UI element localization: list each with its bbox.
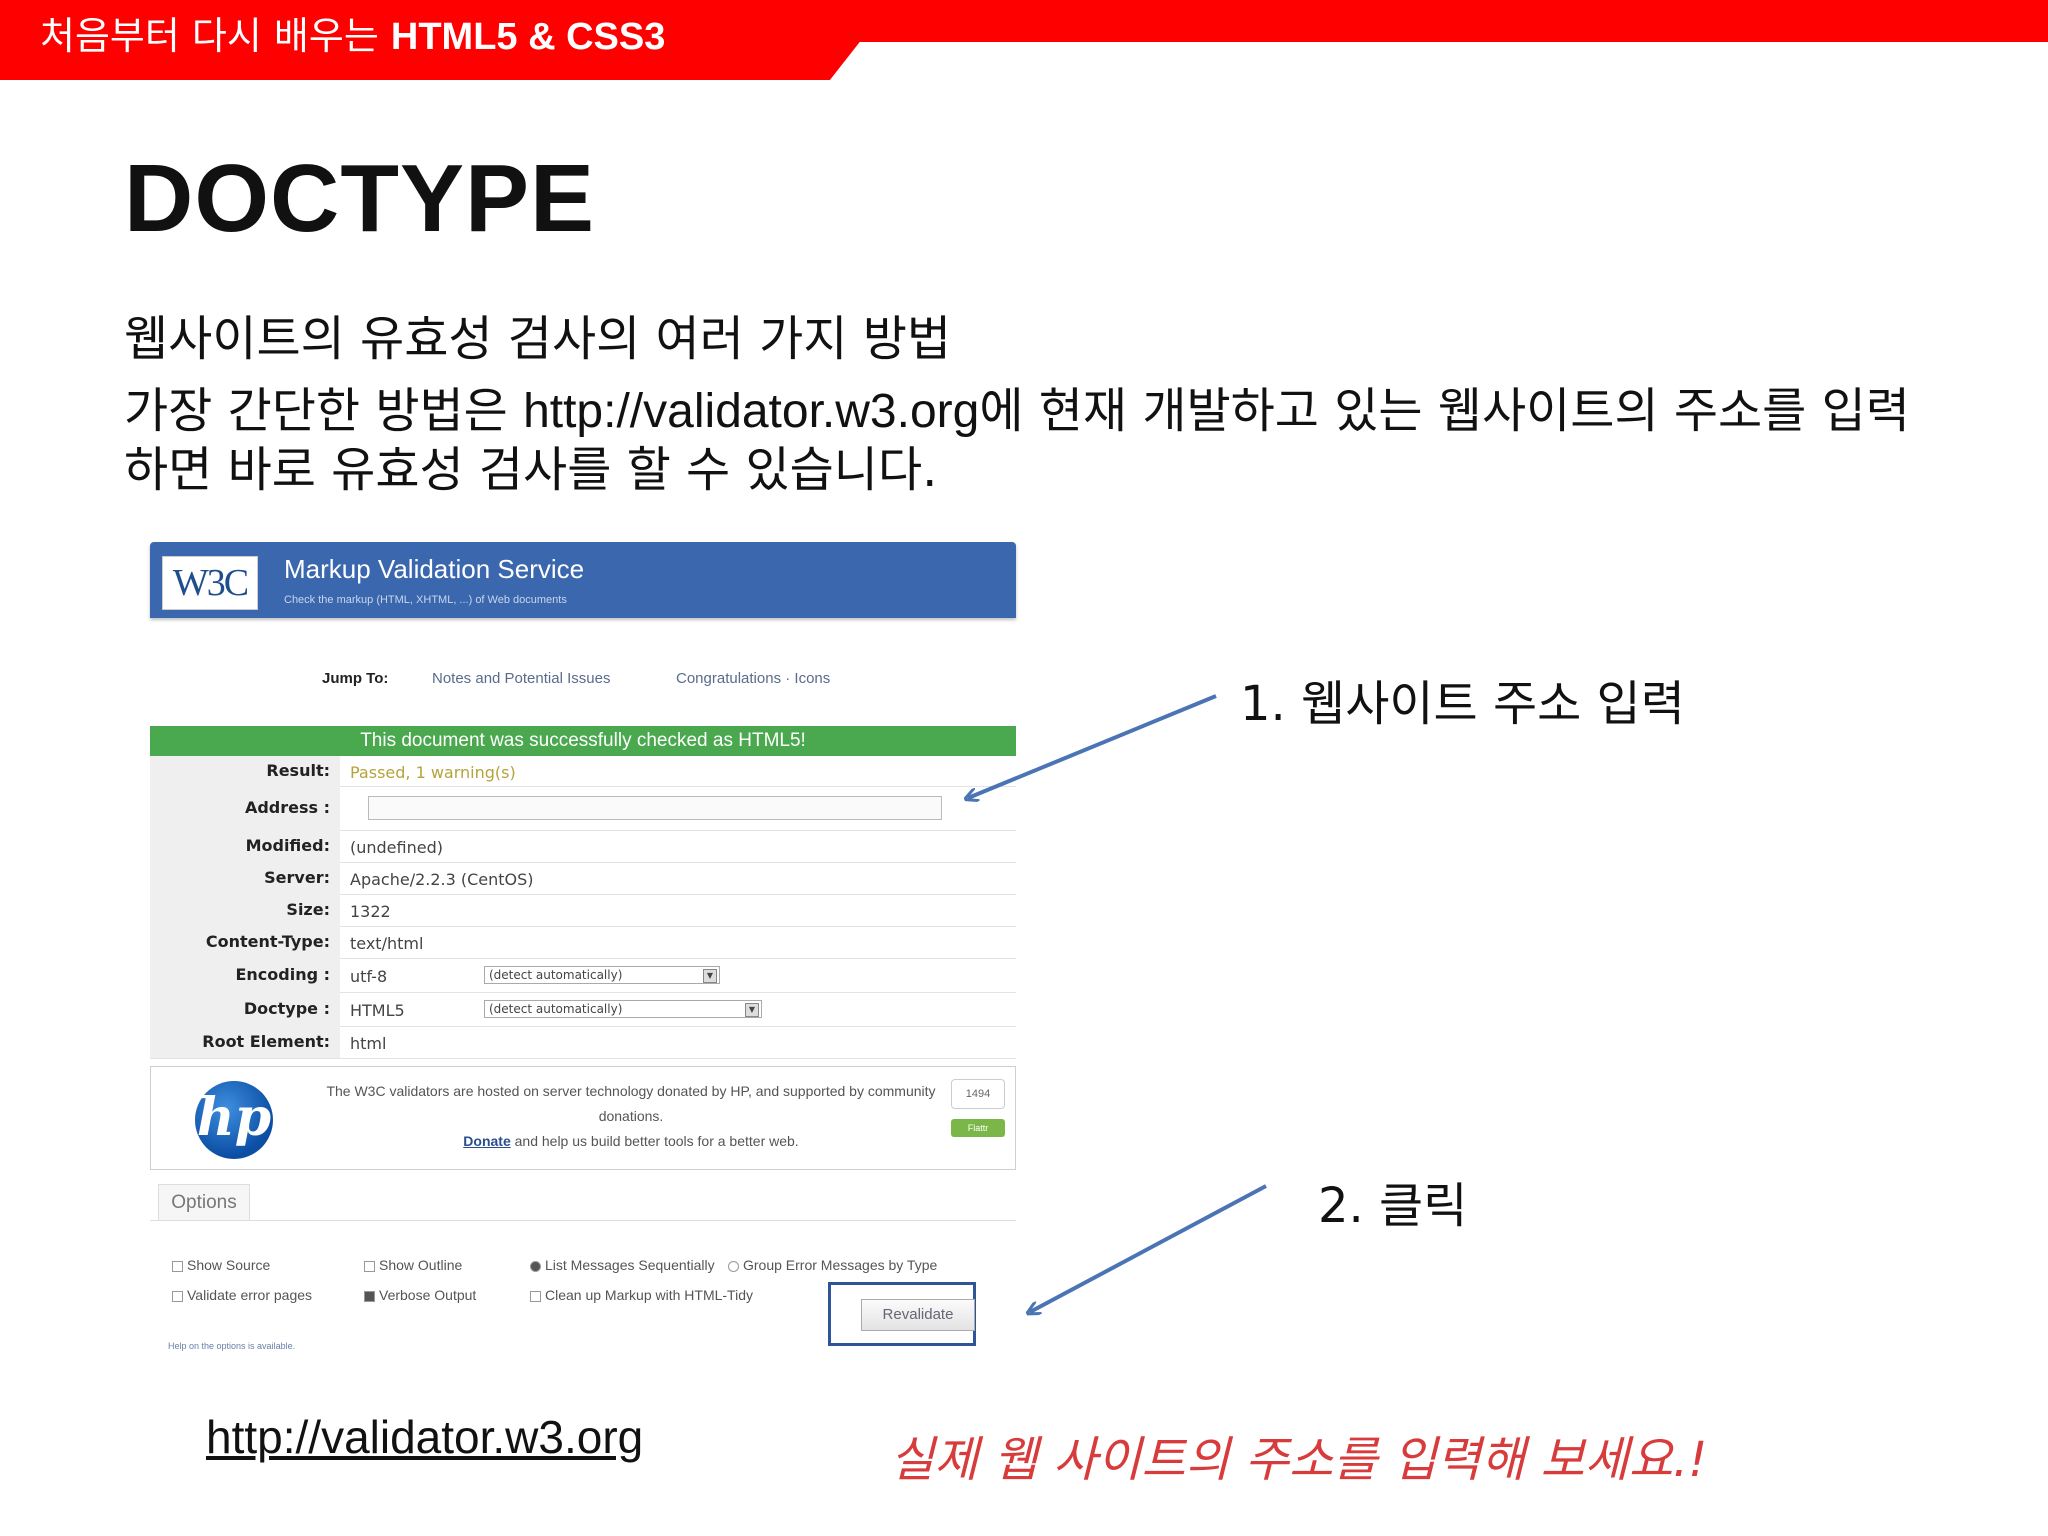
hp-text: The W3C validators are hosted on server … bbox=[311, 1079, 951, 1154]
row-content-type: Content-Type: text/html bbox=[150, 926, 1016, 959]
row-encoding: Encoding : utf-8 (detect automatically) … bbox=[150, 958, 1016, 993]
banner-book: HTML5 & CSS3 bbox=[390, 16, 666, 58]
jump-to-bar: Jump To: Notes and Potential Issues Cong… bbox=[150, 654, 1016, 704]
validator-screenshot: W3C Markup Validation Service Check the … bbox=[150, 542, 1016, 1362]
hp-sponsor-box: hp The W3C validators are hosted on serv… bbox=[150, 1066, 1016, 1170]
row-result: Result: Passed, 1 warning(s) bbox=[150, 756, 1016, 787]
jump-link-notes[interactable]: Notes and Potential Issues bbox=[432, 670, 610, 687]
row-key: Server: bbox=[150, 862, 340, 894]
row-key: Content-Type: bbox=[150, 926, 340, 958]
verbose-output-label: Verbose Output bbox=[379, 1287, 477, 1303]
w3c-logo: W3C bbox=[162, 556, 258, 610]
jump-link-congrats[interactable]: Congratulations · Icons bbox=[676, 670, 830, 687]
address-input[interactable] bbox=[368, 796, 942, 820]
slide-line-2: 가장 간단한 방법은 http://validator.w3.org에 현재 개… bbox=[124, 382, 1924, 499]
row-key: Root Element: bbox=[150, 1026, 340, 1058]
banner-prefix: 처음부터 다시 배우는 bbox=[40, 14, 391, 58]
flattr-button[interactable]: Flattr bbox=[951, 1119, 1005, 1137]
chevron-down-icon: ▼ bbox=[703, 969, 717, 983]
hp-logo: hp bbox=[195, 1081, 273, 1159]
options-help-link[interactable]: Help on the options is available. bbox=[168, 1341, 295, 1351]
success-banner: This document was successfully checked a… bbox=[150, 726, 1016, 756]
callout-text: 실제 웹 사이트의 주소를 입력해 보세요.! bbox=[890, 1432, 1708, 1488]
chevron-down-icon: ▼ bbox=[745, 1003, 759, 1017]
jump-label: Jump To: bbox=[322, 670, 389, 687]
size-value: 1322 bbox=[350, 902, 391, 921]
options-tab[interactable]: Options bbox=[158, 1184, 250, 1221]
row-server: Server: Apache/2.2.3 (CentOS) bbox=[150, 862, 1016, 895]
show-outline-checkbox[interactable]: Show Outline bbox=[364, 1257, 462, 1273]
show-source-checkbox[interactable]: Show Source bbox=[172, 1257, 270, 1273]
verbose-output-checkbox[interactable]: Verbose Output bbox=[364, 1287, 476, 1303]
modified-value: (undefined) bbox=[350, 838, 443, 857]
line2-url: http://validator.w3.org bbox=[523, 385, 980, 438]
group-errors-label: Group Error Messages by Type bbox=[743, 1257, 938, 1273]
server-value: Apache/2.2.3 (CentOS) bbox=[350, 870, 534, 889]
banner-title: 처음부터 다시 배우는 HTML5 & CSS3 bbox=[40, 12, 665, 61]
result-value: Passed, 1 warning(s) bbox=[350, 763, 516, 782]
line2-pre: 가장 간단한 방법은 bbox=[124, 383, 524, 439]
slide-title: DOCTYPE bbox=[124, 145, 596, 252]
row-address: Address : bbox=[150, 786, 1016, 831]
validator-url-link[interactable]: http://validator.w3.org bbox=[206, 1410, 643, 1464]
show-outline-label: Show Outline bbox=[379, 1257, 463, 1273]
validator-header: W3C Markup Validation Service Check the … bbox=[150, 542, 1016, 618]
row-key: Doctype : bbox=[150, 992, 340, 1026]
list-messages-label: List Messages Sequentially bbox=[545, 1257, 715, 1273]
list-messages-radio[interactable]: List Messages Sequentially bbox=[530, 1257, 715, 1273]
doctype-value: HTML5 bbox=[350, 1001, 405, 1020]
doctype-select-value: (detect automatically) bbox=[489, 1002, 623, 1016]
row-key: Address : bbox=[150, 786, 340, 830]
encoding-value: utf-8 bbox=[350, 967, 388, 986]
row-root: Root Element: html bbox=[150, 1026, 1016, 1059]
arrow-step2 bbox=[1030, 1184, 1267, 1312]
slide-line-1: 웹사이트의 유효성 검사의 여러 가지 방법 bbox=[124, 311, 952, 367]
show-source-label: Show Source bbox=[187, 1257, 271, 1273]
content-type-value: text/html bbox=[350, 934, 424, 953]
validator-title: Markup Validation Service bbox=[284, 554, 585, 584]
clean-up-checkbox[interactable]: Clean up Markup with HTML-Tidy bbox=[530, 1287, 753, 1303]
clean-up-label: Clean up Markup with HTML-Tidy bbox=[545, 1287, 753, 1303]
revalidate-highlight: Revalidate bbox=[828, 1282, 976, 1346]
encoding-select-value: (detect automatically) bbox=[489, 968, 623, 982]
validate-error-pages-label: Validate error pages bbox=[187, 1287, 313, 1303]
row-key: Encoding : bbox=[150, 958, 340, 992]
encoding-select[interactable]: (detect automatically) ▼ bbox=[484, 966, 720, 984]
doctype-select[interactable]: (detect automatically) ▼ bbox=[484, 1000, 762, 1018]
row-modified: Modified: (undefined) bbox=[150, 830, 1016, 863]
annotation-step2: 2. 클릭 bbox=[1318, 1178, 1468, 1234]
group-errors-radio[interactable]: Group Error Messages by Type bbox=[728, 1257, 937, 1273]
revalidate-button[interactable]: Revalidate bbox=[861, 1299, 975, 1331]
row-doctype: Doctype : HTML5 (detect automatically) ▼ bbox=[150, 992, 1016, 1027]
validate-error-pages-checkbox[interactable]: Validate error pages bbox=[172, 1287, 312, 1303]
donate-link[interactable]: Donate bbox=[463, 1133, 510, 1149]
row-key: Modified: bbox=[150, 830, 340, 862]
validator-subtitle: Check the markup (HTML, XHTML, ...) of W… bbox=[284, 594, 567, 606]
row-size: Size: 1322 bbox=[150, 894, 1016, 927]
top-banner: 처음부터 다시 배우는 HTML5 & CSS3 bbox=[0, 0, 2048, 80]
root-value: html bbox=[350, 1034, 387, 1053]
hp-text-2: and help us build better tools for a bet… bbox=[510, 1133, 799, 1149]
flattr-count: 1494 bbox=[951, 1079, 1005, 1109]
annotation-step1: 1. 웹사이트 주소 입력 bbox=[1240, 676, 1685, 732]
hp-text-1: The W3C validators are hosted on server … bbox=[326, 1083, 936, 1124]
row-key: Size: bbox=[150, 894, 340, 926]
row-key: Result: bbox=[150, 756, 340, 786]
